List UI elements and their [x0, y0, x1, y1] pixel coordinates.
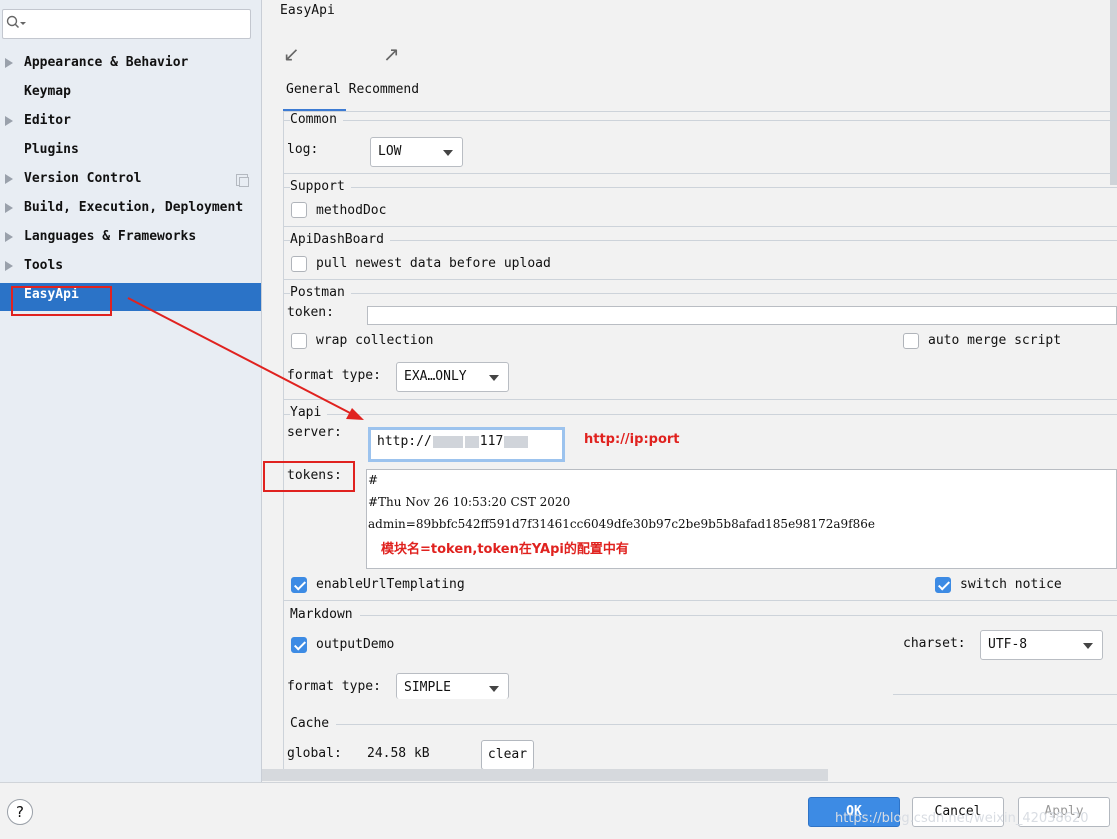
watermark-text: https://blog.csdn.net/weixin_42038620: [835, 811, 1089, 826]
help-icon[interactable]: ?: [7, 799, 33, 825]
dialog-footer: ? OK Cancel Apply https://blog.csdn.net/…: [0, 782, 1117, 839]
annotation-arrow: [127, 297, 364, 420]
